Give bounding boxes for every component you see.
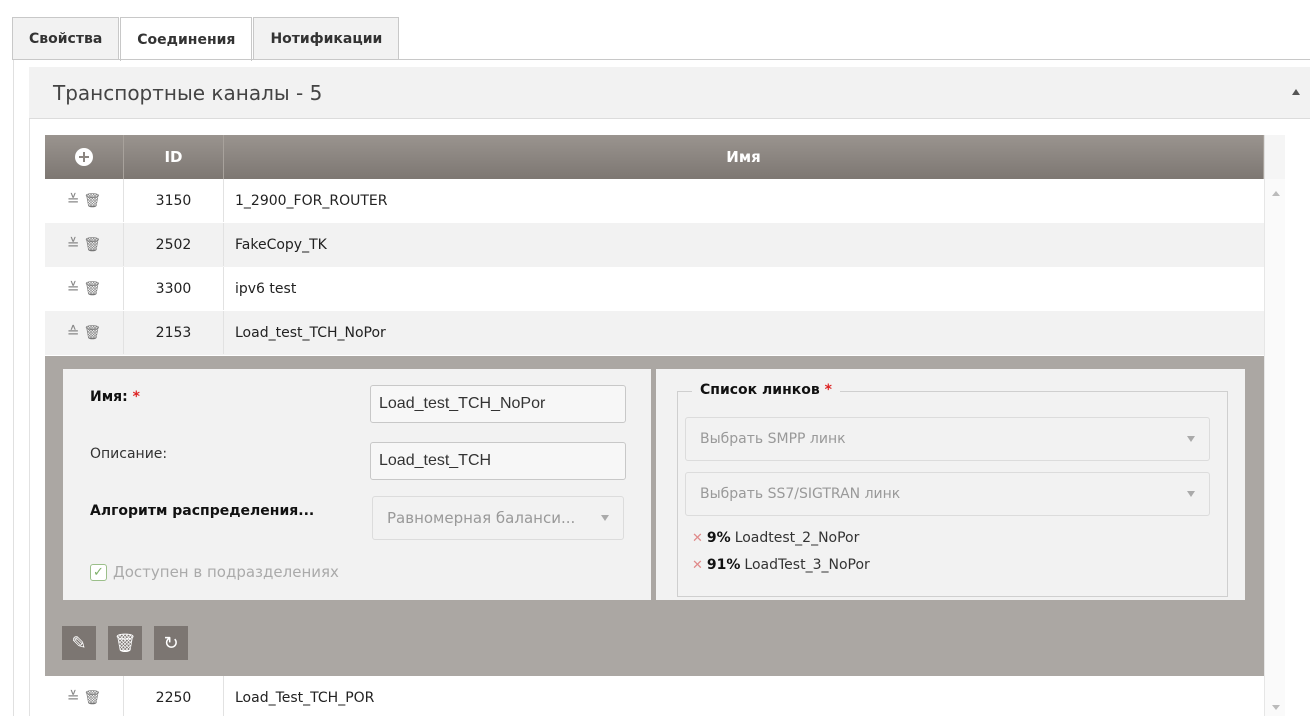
trash-icon[interactable]: 🗑 — [83, 193, 101, 209]
name-field[interactable]: Load_test_TCH_NoPor — [370, 385, 626, 423]
delete-button[interactable]: 🗑 — [108, 626, 142, 660]
tab-bar: Свойства Соединения Нотификации — [12, 17, 400, 61]
row-id: 2250 — [124, 676, 224, 716]
panel-title: Транспортные каналы - 5 — [53, 80, 323, 105]
tab-properties[interactable]: Свойства — [12, 17, 120, 60]
tab-notifications[interactable]: Нотификации — [253, 17, 400, 60]
link-item: ✕ 91% LoadTest_3_NoPor — [692, 557, 870, 573]
header-id[interactable]: ID — [124, 135, 224, 179]
links-legend: Список линков * — [692, 382, 840, 398]
scroll-up-icon[interactable] — [1272, 191, 1280, 196]
chevron-down-icon[interactable]: ≚ — [67, 237, 80, 252]
table-row[interactable]: ≚ 🗑 3150 1_2900_FOR_ROUTER — [45, 179, 1264, 223]
links-fieldset: Список линков * Выбрать SMPP линк Выбрат… — [677, 382, 1228, 597]
transport-channels-table: ID Имя ≚ 🗑 3150 1_2900_FOR_ROUTER ≚ 🗑 25… — [45, 135, 1264, 355]
row-actions: ≚ 🗑 — [45, 676, 124, 716]
content-border — [13, 60, 14, 716]
trash-icon[interactable]: 🗑 — [83, 281, 101, 297]
remove-icon[interactable]: ✕ — [692, 531, 703, 546]
edit-icon: ✎ — [71, 632, 87, 654]
channel-form: Имя: * Load_test_TCH_NoPor Описание: Loa… — [63, 369, 651, 600]
tab-connections[interactable]: Соединения — [120, 17, 253, 61]
row-name: FakeCopy_TK — [235, 236, 327, 253]
description-field[interactable]: Load_test_TCH — [370, 442, 626, 480]
table-row-container: ≚ 🗑 2250 Load_Test_TCH_POR — [45, 676, 1264, 716]
reset-button[interactable]: ↻ — [154, 626, 188, 660]
required-mark: * — [824, 382, 832, 398]
available-checkbox-row[interactable]: ✓ Доступен в подразделениях — [90, 563, 339, 581]
row-id: 3300 — [124, 267, 224, 310]
detail-toolbar: ✎ 🗑 ↻ — [62, 626, 188, 660]
row-name: Load_test_TCH_NoPor — [235, 324, 386, 341]
ss7-link-select[interactable]: Выбрать SS7/SIGTRAN линк — [685, 472, 1210, 516]
table-scrollbar[interactable] — [1264, 179, 1285, 716]
table-header: ID Имя — [45, 135, 1264, 179]
chevron-up-icon[interactable]: ≙ — [67, 325, 80, 340]
scroll-down-icon[interactable] — [1272, 705, 1280, 710]
row-actions: ≚ 🗑 — [45, 267, 124, 310]
required-mark: * — [132, 389, 140, 405]
trash-icon[interactable]: 🗑 — [83, 325, 101, 341]
name-label: Имя: * — [90, 389, 140, 405]
link-percent: 9% — [706, 530, 731, 546]
row-id: 2502 — [124, 223, 224, 266]
trash-icon: 🗑 — [113, 632, 137, 654]
table-row-expanded[interactable]: ≙ 🗑 2153 Load_test_TCH_NoPor — [45, 311, 1264, 355]
description-label: Описание: — [90, 446, 168, 462]
header-scroll-gap — [1264, 135, 1285, 179]
algorithm-value: Равномерная баланси... — [387, 509, 576, 527]
trash-icon[interactable]: 🗑 — [83, 237, 101, 253]
algorithm-select[interactable]: Равномерная баланси... — [372, 496, 624, 540]
table-row[interactable]: ≚ 🗑 2502 FakeCopy_TK — [45, 223, 1264, 267]
algorithm-label: Алгоритм распределения... — [90, 503, 315, 519]
row-name: Load_Test_TCH_POR — [235, 689, 375, 706]
ss7-placeholder: Выбрать SS7/SIGTRAN линк — [700, 486, 901, 502]
table-row[interactable]: ≚ 🗑 2250 Load_Test_TCH_POR — [45, 676, 1264, 716]
row-name: 1_2900_FOR_ROUTER — [235, 192, 388, 209]
header-name[interactable]: Имя — [224, 135, 1264, 179]
name-label-text: Имя: — [90, 389, 128, 405]
link-item: ✕ 9% Loadtest_2_NoPor — [692, 530, 859, 546]
links-legend-text: Список линков — [700, 382, 820, 398]
chevron-down-icon[interactable]: ≚ — [67, 281, 80, 296]
trash-icon[interactable]: 🗑 — [83, 690, 101, 706]
smpp-link-select[interactable]: Выбрать SMPP линк — [685, 417, 1210, 461]
link-percent: 91% — [706, 557, 741, 573]
chevron-down-icon[interactable]: ≚ — [67, 690, 80, 705]
chevron-down-icon — [601, 515, 609, 521]
tab-divider — [12, 59, 1310, 60]
row-name: ipv6 test — [235, 280, 297, 297]
row-id: 2153 — [124, 311, 224, 354]
remove-icon[interactable]: ✕ — [692, 558, 703, 573]
link-name: LoadTest_3_NoPor — [744, 557, 870, 573]
undo-icon: ↻ — [163, 632, 179, 654]
chevron-down-icon — [1187, 436, 1195, 442]
link-name: Loadtest_2_NoPor — [734, 530, 860, 546]
chevron-down-icon[interactable]: ≚ — [67, 193, 80, 208]
row-actions: ≚ 🗑 — [45, 179, 124, 222]
row-detail-panel: Имя: * Load_test_TCH_NoPor Описание: Loa… — [45, 356, 1264, 676]
row-actions: ≚ 🗑 — [45, 223, 124, 266]
smpp-placeholder: Выбрать SMPP линк — [700, 431, 846, 447]
add-icon[interactable] — [75, 148, 93, 166]
collapse-panel-icon[interactable] — [1292, 89, 1300, 95]
header-actions-cell — [45, 135, 124, 179]
row-actions: ≙ 🗑 — [45, 311, 124, 354]
checkbox-icon[interactable]: ✓ — [90, 563, 107, 581]
panel-header[interactable]: Транспортные каналы - 5 — [29, 67, 1310, 119]
chevron-down-icon — [1187, 491, 1195, 497]
available-label: Доступен в подразделениях — [113, 563, 339, 581]
links-form: Список линков * Выбрать SMPP линк Выбрат… — [656, 369, 1245, 600]
row-id: 3150 — [124, 179, 224, 222]
table-row[interactable]: ≚ 🗑 3300 ipv6 test — [45, 267, 1264, 311]
edit-button[interactable]: ✎ — [62, 626, 96, 660]
